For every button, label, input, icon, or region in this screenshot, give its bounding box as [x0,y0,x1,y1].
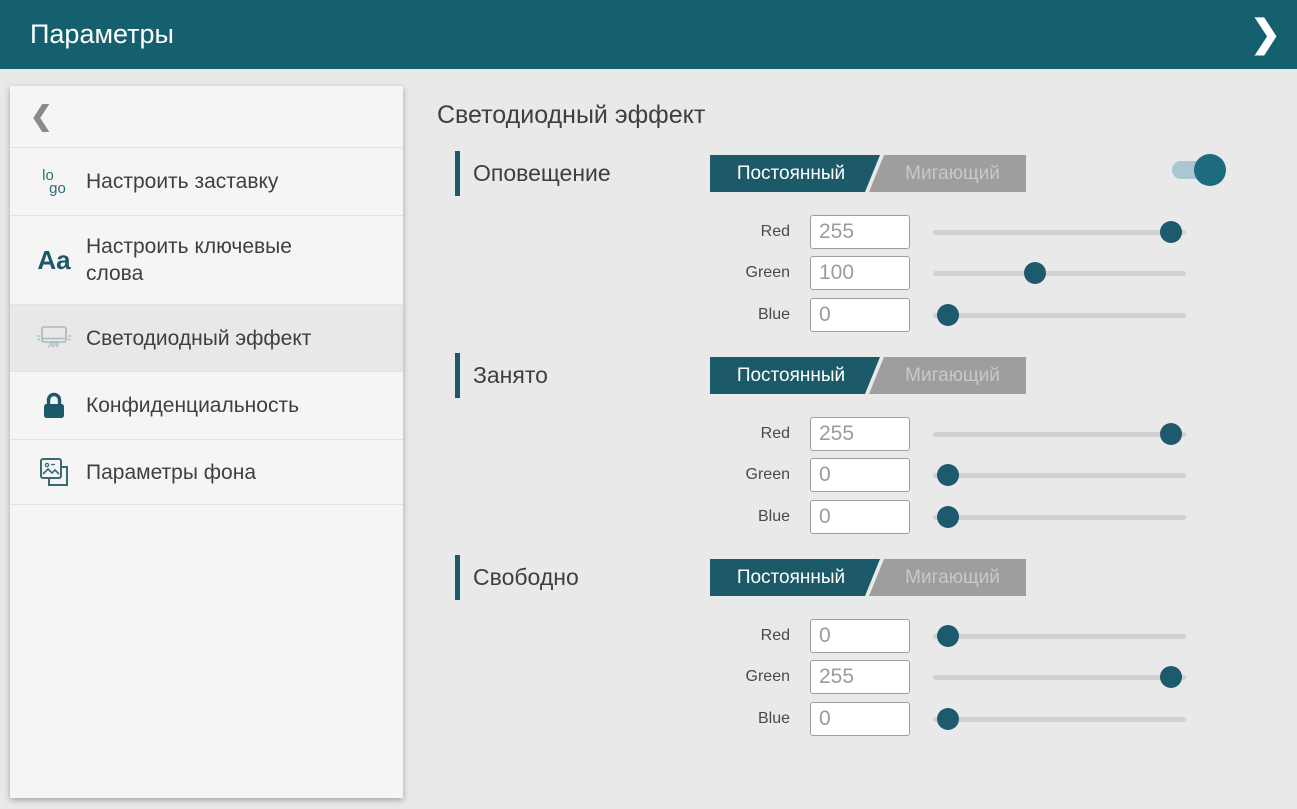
notification-toggle[interactable] [1172,153,1226,187]
slider-track [933,675,1186,680]
sidebar-item-label: Настроить заставку [86,168,278,195]
section-title: Занято [473,350,548,400]
section-title: Свободно [473,552,579,602]
section-notification: Оповещение Постоянный Мигающий Red Green [437,148,1229,338]
green-label: Green [437,668,790,686]
slider-knob[interactable] [937,708,959,730]
section-accent-bar [455,151,460,196]
slider-track [933,230,1186,235]
background-images-icon [32,456,76,488]
blue-slider[interactable] [933,702,1186,736]
slider-track [933,515,1186,520]
slider-track [933,717,1186,722]
toggle-knob[interactable] [1194,154,1226,186]
slider-track [933,313,1186,318]
mode-segmented-control: Постоянный Мигающий [710,357,1026,394]
green-value-input[interactable] [810,256,910,290]
slider-knob[interactable] [1024,262,1046,284]
green-slider[interactable] [933,660,1186,694]
logo-text-icon: logo [32,169,76,195]
red-label: Red [437,223,790,241]
page-title: Параметры [30,0,174,69]
slider-knob[interactable] [937,304,959,326]
blue-value-input[interactable] [810,298,910,332]
collapse-panel-icon[interactable]: ❯ [1250,0,1281,67]
mode-solid-button[interactable]: Постоянный [710,357,880,394]
sidebar-item-keywords[interactable]: Aa Настроить ключевые слова [10,216,403,305]
green-value-input[interactable] [810,458,910,492]
slider-track [933,473,1186,478]
red-slider[interactable] [933,417,1186,451]
slider-knob[interactable] [937,506,959,528]
blue-label: Blue [437,710,790,728]
mode-blink-button[interactable]: Мигающий [869,155,1026,192]
mode-segmented-control: Постоянный Мигающий [710,155,1026,192]
slider-knob[interactable] [937,464,959,486]
led-screen-icon [32,323,76,353]
sidebar-item-background[interactable]: Параметры фона [10,440,403,505]
sidebar-item-label: Настроить ключевые слова [86,233,336,287]
green-slider[interactable] [933,256,1186,290]
content-title: Светодиодный эффект [437,101,705,130]
mode-blink-button[interactable]: Мигающий [869,559,1026,596]
sidebar-item-label: Светодиодный эффект [86,325,311,352]
mode-solid-button[interactable]: Постоянный [710,155,880,192]
blue-label: Blue [437,508,790,526]
section-accent-bar [455,555,460,600]
blue-slider[interactable] [933,500,1186,534]
slider-track [933,271,1186,276]
red-value-input[interactable] [810,215,910,249]
lock-icon [32,391,76,421]
green-label: Green [437,466,790,484]
red-label: Red [437,627,790,645]
sidebar-item-label: Параметры фона [86,459,256,486]
section-accent-bar [455,353,460,398]
settings-screen: Параметры ❯ ❮ logo Настроить заставку Aa… [0,0,1297,809]
mode-solid-button[interactable]: Постоянный [710,559,880,596]
slider-track [933,634,1186,639]
section-title: Оповещение [473,148,611,198]
blue-slider[interactable] [933,298,1186,332]
section-busy: Занято Постоянный Мигающий Red Green Blu… [437,350,1229,540]
back-button[interactable]: ❮ [10,86,403,148]
slider-track [933,432,1186,437]
slider-knob[interactable] [1160,221,1182,243]
green-value-input[interactable] [810,660,910,694]
green-label: Green [437,264,790,282]
sidebar-item-privacy[interactable]: Конфиденциальность [10,372,403,440]
red-value-input[interactable] [810,619,910,653]
red-slider[interactable] [933,215,1186,249]
blue-label: Blue [437,306,790,324]
slider-knob[interactable] [937,625,959,647]
back-chevron-icon: ❮ [30,101,53,131]
red-label: Red [437,425,790,443]
blue-value-input[interactable] [810,702,910,736]
mode-blink-button[interactable]: Мигающий [869,357,1026,394]
slider-knob[interactable] [1160,666,1182,688]
font-Aa-icon: Aa [32,245,76,276]
red-value-input[interactable] [810,417,910,451]
sidebar-item-screensaver[interactable]: logo Настроить заставку [10,148,403,216]
sidebar-item-led-effect[interactable]: Светодиодный эффект [10,305,403,372]
red-slider[interactable] [933,619,1186,653]
blue-value-input[interactable] [810,500,910,534]
app-header: Параметры ❯ [0,0,1297,69]
mode-segmented-control: Постоянный Мигающий [710,559,1026,596]
sidebar-item-label: Конфиденциальность [86,392,299,419]
slider-knob[interactable] [1160,423,1182,445]
section-free: Свободно Постоянный Мигающий Red Green B… [437,552,1229,742]
settings-sidebar: ❮ logo Настроить заставку Aa Настроить к… [10,86,403,798]
green-slider[interactable] [933,458,1186,492]
